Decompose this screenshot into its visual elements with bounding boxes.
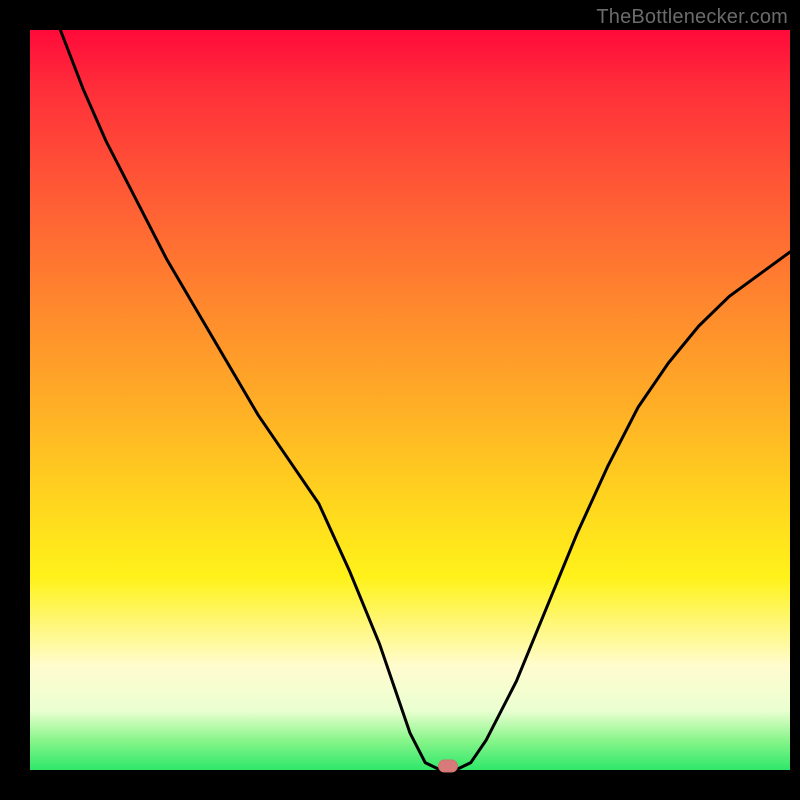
watermark-text: TheBottlenecker.com [596, 6, 788, 29]
chart-frame: TheBottlenecker.com [0, 0, 800, 800]
optimal-point-marker [438, 760, 458, 773]
bottleneck-curve [30, 30, 790, 770]
